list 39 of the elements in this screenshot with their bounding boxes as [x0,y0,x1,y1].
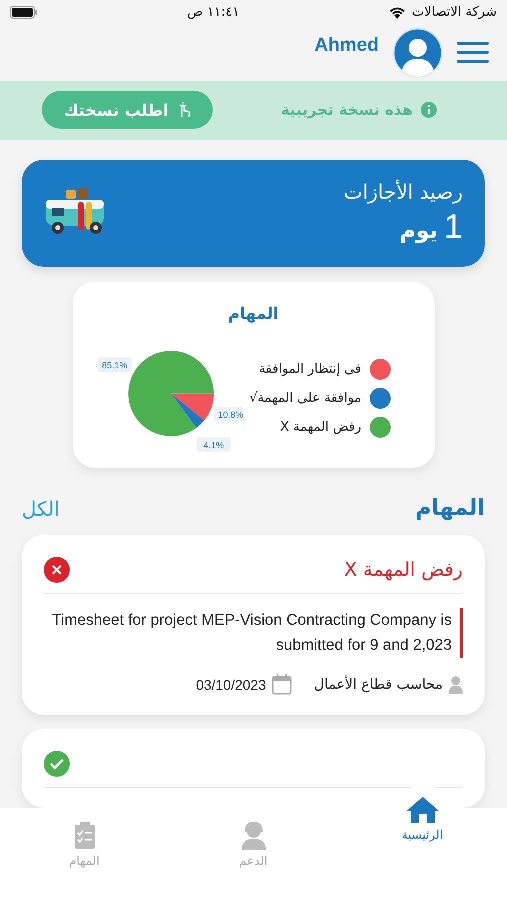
leave-balance-title: رصيد الأجازات [344,180,463,204]
task-status-title: رفض المهمة X [344,559,463,581]
support-agent-icon [240,822,266,850]
task-description: Timesheet for project MEP-Vision Contracting Company is submitted for 9 and 2,023 [44,608,463,658]
legend-label: رفض المهمة X [280,420,362,434]
close-circle-icon [44,557,70,583]
calendar-icon [272,674,292,695]
legend-label: فى إنتظار الموافقة [258,362,362,376]
data-label: 85.1% [102,360,128,371]
value-label: 4.1% [196,437,230,452]
tap-icon [176,102,191,118]
avatar-icon[interactable] [393,28,443,78]
home-icon [406,796,440,824]
data-label: 10.8% [218,410,244,420]
section-title: المهام [416,496,485,521]
wifi-icon [389,6,406,20]
battery-icon [10,6,38,20]
nav-tab[interactable]: الدعم [216,808,292,900]
legend-label: موافقة على المهمة√ [249,390,362,406]
info-icon [421,102,437,118]
assignee-name: محاسب قطاع الأعمال [314,676,443,692]
chart-title: المهام [228,304,279,323]
carrier-name: شركة الاتصالات [412,5,497,20]
clipboard-icon [74,822,96,850]
data-label: 4.1% [203,440,224,450]
task-date: 03/10/2023 [196,676,266,692]
leave-days-unit: يوم [400,218,438,244]
clock-time: ١١:٤١ ص [187,5,240,20]
nav-tab[interactable]: المهام [46,808,122,900]
check-circle-icon [44,751,70,777]
menu-icon[interactable] [457,42,489,64]
trial-notice: هذه نسخة تجريبية [281,101,413,120]
value-label: 85.1% [97,358,132,372]
see-all-link[interactable]: الكل [22,496,60,520]
user-name: Ahmed [314,35,379,58]
leave-days-value: 1 [444,208,463,247]
person-icon [449,676,463,694]
request-copy-button[interactable]: اطلب نسختك [42,91,213,130]
value-label: 10.8% [213,407,244,422]
